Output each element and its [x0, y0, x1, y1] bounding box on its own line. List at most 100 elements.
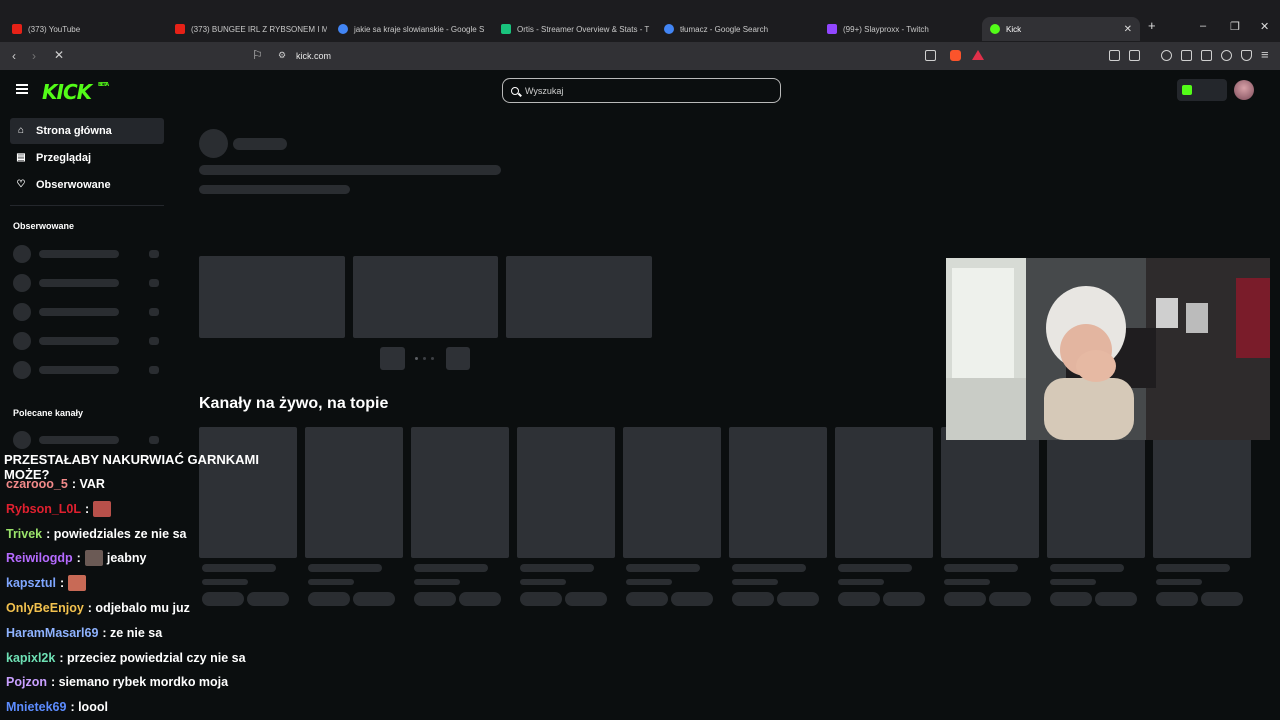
chat-text: : VAR: [71, 477, 105, 491]
logo-text: KICK: [42, 80, 92, 104]
sidebar-divider: [10, 205, 164, 206]
sidebar-item-home[interactable]: ⌂ Strona główna: [10, 118, 164, 144]
chat-username: Trivek: [6, 526, 43, 541]
chat-message: Reiwilogdp: jeabny: [6, 548, 146, 568]
card-tag-skeleton: [1156, 592, 1198, 606]
address-bar[interactable]: ⚙ kick.com: [270, 46, 990, 66]
wallet-icon[interactable]: [1201, 50, 1212, 61]
live-channel-card-skeleton: [835, 427, 933, 558]
chat-message: Pojzon: siemano rybek mordko moja: [6, 672, 228, 692]
music-icon[interactable]: [1161, 50, 1172, 61]
kick-logo[interactable]: KICK BETA: [42, 80, 109, 104]
card-tag-skeleton: [353, 592, 395, 606]
sidebar-item-browse[interactable]: ▤ Przeglądaj: [10, 145, 164, 171]
followed-skeleton-row: [13, 303, 163, 321]
bookmark-icon[interactable]: ⚐: [252, 48, 263, 62]
card-tag-skeleton: [944, 592, 986, 606]
maximize-button[interactable]: ❐: [1230, 20, 1240, 33]
back-button[interactable]: ‹: [12, 49, 16, 63]
tab-label: (373) BUNGEE IRL Z RYBSONEM I MI: [191, 24, 327, 34]
card-tag-skeleton: [671, 592, 713, 606]
tab-label: (373) YouTube: [28, 24, 81, 34]
browser-toolbar: ‹ › ✕ ⚐ ⚙ kick.com ≡: [0, 42, 1280, 70]
chat-username: Reiwilogdp: [6, 551, 73, 566]
menu-icon[interactable]: ≡: [1261, 47, 1269, 62]
tab-label: jakie sa kraje slowianskie - Google S: [354, 24, 485, 34]
chat-message: Trivek: powiedziales ze nie sa: [6, 524, 186, 544]
site-settings-icon[interactable]: ⚙: [278, 50, 286, 61]
carousel-dot[interactable]: [415, 357, 418, 360]
brave-shields-icon[interactable]: [950, 50, 961, 61]
twitch-favicon-icon: [827, 24, 837, 34]
share-icon[interactable]: [925, 50, 936, 61]
chat-username: Pojzon: [6, 675, 47, 690]
chat-message: OnlyBeEnjoy: odjebalo mu juz: [6, 598, 190, 618]
forward-button[interactable]: ›: [32, 49, 36, 63]
featured-name-skeleton: [233, 138, 287, 150]
browser-tab[interactable]: (373) BUNGEE IRL Z RYBSONEM I MI: [167, 17, 327, 41]
chat-text: : ze nie sa: [102, 625, 163, 640]
recommended-heading: Polecane kanały: [13, 408, 84, 418]
kick-favicon-icon: [990, 24, 1000, 34]
chat-emote-icon: [84, 550, 103, 567]
screenshot-icon[interactable]: [1129, 50, 1140, 61]
tab-label: Kick: [1006, 24, 1022, 34]
browser-tab[interactable]: jakie sa kraje slowianskie - Google S: [330, 17, 490, 41]
url-text: kick.com: [296, 51, 332, 61]
chat-message: Mnietek69: loool: [6, 697, 108, 717]
close-window-button[interactable]: ✕: [1260, 20, 1269, 33]
tab-label: Ortis - Streamer Overview & Stats - T: [517, 24, 650, 34]
chat-text: jeabny: [106, 551, 147, 566]
search-bar[interactable]: [502, 78, 781, 103]
leo-ai-icon[interactable]: [1221, 50, 1232, 61]
chat-text: :: [85, 501, 90, 516]
card-tag-skeleton: [1050, 592, 1092, 606]
browser-tab[interactable]: (373) YouTube: [4, 17, 164, 41]
browser-tab[interactable]: (99+) Slayproxx - Twitch: [819, 17, 979, 41]
youtube-favicon-icon: [12, 24, 22, 34]
card-text-skeleton: [1050, 564, 1124, 572]
live-channel-card-skeleton: [623, 427, 721, 558]
vpn-icon[interactable]: [1241, 50, 1252, 61]
search-input[interactable]: [525, 85, 765, 96]
google-favicon-icon: [664, 24, 674, 34]
brave-rewards-icon[interactable]: [972, 50, 984, 60]
sidebar-icon[interactable]: [1181, 50, 1192, 61]
new-tab-button[interactable]: +: [1148, 18, 1156, 33]
close-tab-icon[interactable]: ✕: [1124, 24, 1132, 35]
chat-message: kapsztul:: [6, 573, 87, 593]
chat-text: : powiedziales ze nie sa: [46, 526, 187, 541]
browser-tab-active[interactable]: Kick ✕: [982, 17, 1140, 41]
sidebar-item-following[interactable]: ♡ Obserwowane: [10, 172, 164, 198]
tab-label: tłumacz - Google Search: [680, 24, 769, 34]
carousel-dot[interactable]: [431, 357, 434, 360]
browser-tab[interactable]: Ortis - Streamer Overview & Stats - T: [493, 17, 653, 41]
card-tag-skeleton: [308, 592, 350, 606]
card-text-skeleton: [626, 579, 672, 585]
browser-tab-bar: (373) YouTube (373) BUNGEE IRL Z RYBSONE…: [0, 0, 1280, 42]
youtube-favicon-icon: [175, 24, 185, 34]
carousel-prev-button[interactable]: [380, 347, 405, 370]
sidebar-item-label: Przeglądaj: [36, 152, 92, 164]
featured-subtitle-skeleton: [199, 185, 350, 194]
extensions-icon[interactable]: [1109, 50, 1120, 61]
card-text-skeleton: [944, 564, 1018, 572]
card-text-skeleton: [838, 579, 884, 585]
card-text-skeleton: [308, 564, 382, 572]
minimize-button[interactable]: –: [1200, 20, 1206, 32]
browser-tab[interactable]: tłumacz - Google Search: [656, 17, 816, 41]
hamburger-menu-icon[interactable]: [16, 84, 28, 94]
carousel-next-button[interactable]: [446, 347, 470, 370]
chat-username: kapixl2k: [6, 650, 56, 665]
live-status-toggle[interactable]: [1177, 79, 1227, 101]
avatar[interactable]: [1234, 80, 1254, 100]
carousel-dot[interactable]: [423, 357, 426, 360]
stop-loading-icon[interactable]: ✕: [54, 48, 64, 62]
ortis-favicon-icon: [501, 24, 511, 34]
chat-message: Rybson_L0L:: [6, 499, 112, 519]
card-text-skeleton: [308, 579, 354, 585]
card-tag-skeleton: [414, 592, 456, 606]
featured-avatar-skeleton: [199, 129, 228, 158]
browse-icon: ▤: [16, 152, 26, 163]
card-text-skeleton: [626, 564, 700, 572]
